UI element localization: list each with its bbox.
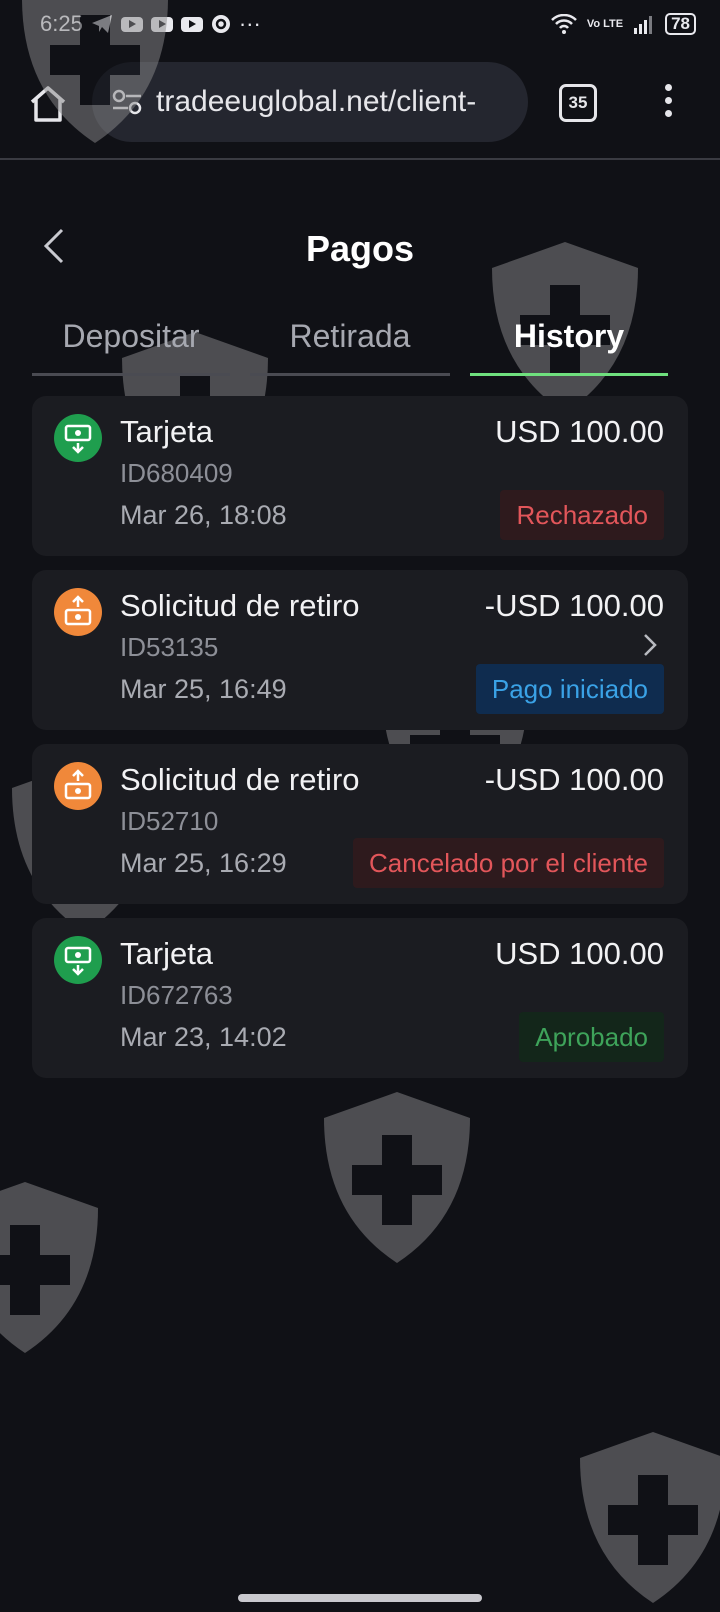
transaction-card[interactable]: Tarjeta ID680409 Mar 26, 18:08 USD 100.0… (32, 396, 688, 556)
transaction-title: Tarjeta (120, 936, 214, 971)
transaction-amount: USD 100.00 (495, 936, 664, 971)
tab-label: Depositar (62, 318, 200, 354)
status-time: 6:25 (40, 11, 83, 36)
battery-level: 78 (665, 13, 696, 35)
wifi-icon (550, 14, 577, 34)
transaction-date: Mar 25, 16:29 (120, 848, 287, 878)
transaction-amount: -USD 100.00 (484, 762, 664, 797)
transaction-card[interactable]: Solicitud de retiro ID53135 Mar 25, 16:4… (32, 570, 688, 730)
status-badge: Cancelado por el cliente (353, 838, 664, 888)
tab-label: Retirada (289, 318, 411, 354)
watermark-shield-icon (0, 1182, 98, 1353)
home-icon[interactable] (28, 84, 68, 124)
deposit-icon (54, 936, 102, 984)
more-menu-icon[interactable] (662, 84, 674, 124)
status-badge: Pago iniciado (475, 664, 664, 714)
page-title: Pagos (305, 228, 415, 269)
signal-icon (634, 16, 653, 34)
deposit-icon (54, 414, 102, 462)
gesture-navigation-bar[interactable] (238, 1594, 482, 1602)
url-text: tradeeuglobal.net/client- (156, 85, 477, 118)
youtube-icon (120, 16, 143, 32)
transaction-id: ID680409 (120, 458, 233, 488)
address-bar[interactable]: tradeeuglobal.net/client- (92, 62, 528, 142)
transaction-date: Mar 25, 16:49 (120, 674, 287, 704)
transaction-title: Solicitud de retiro (120, 588, 360, 623)
threads-icon (211, 15, 230, 33)
transaction-card[interactable]: Tarjeta ID672763 Mar 23, 14:02 USD 100.0… (32, 918, 688, 1078)
watermark-shield-icon (580, 1432, 720, 1603)
transaction-id: ID52710 (120, 806, 219, 836)
browser-toolbar: tradeeuglobal.net/client- 35 (0, 48, 720, 160)
transaction-date: Mar 23, 14:02 (120, 1022, 287, 1052)
transaction-id: ID53135 (120, 632, 219, 662)
youtube-icon (180, 16, 203, 32)
transaction-date: Mar 26, 18:08 (120, 500, 287, 530)
telegram-icon (91, 15, 112, 33)
status-bar: 6:25 ··· Vo LTE 78 (0, 0, 720, 48)
watermark-shield-icon (324, 1092, 470, 1263)
more-notifications-icon: ··· (238, 11, 261, 36)
transaction-title: Tarjeta (120, 414, 214, 449)
transaction-id: ID672763 (120, 980, 233, 1010)
withdrawal-icon (54, 762, 102, 810)
network-type: Vo LTE (586, 17, 624, 30)
transaction-title: Solicitud de retiro (120, 762, 360, 797)
site-settings-icon[interactable] (112, 89, 142, 115)
tab-switcher-button[interactable]: 35 (559, 84, 597, 122)
tab-label: History (513, 318, 625, 354)
transaction-amount: USD 100.00 (495, 414, 664, 449)
withdrawal-icon (54, 588, 102, 636)
transaction-card[interactable]: Solicitud de retiro ID52710 Mar 25, 16:2… (32, 744, 688, 904)
transaction-amount: -USD 100.00 (484, 588, 664, 623)
tab-history[interactable]: History (470, 318, 668, 376)
chevron-right-icon[interactable] (642, 632, 658, 658)
youtube-icon (150, 16, 173, 32)
tab-retirada[interactable]: Retirada (250, 318, 450, 376)
status-badge: Rechazado (500, 490, 664, 540)
tab-depositar[interactable]: Depositar (32, 318, 230, 376)
status-badge: Aprobado (519, 1012, 664, 1062)
